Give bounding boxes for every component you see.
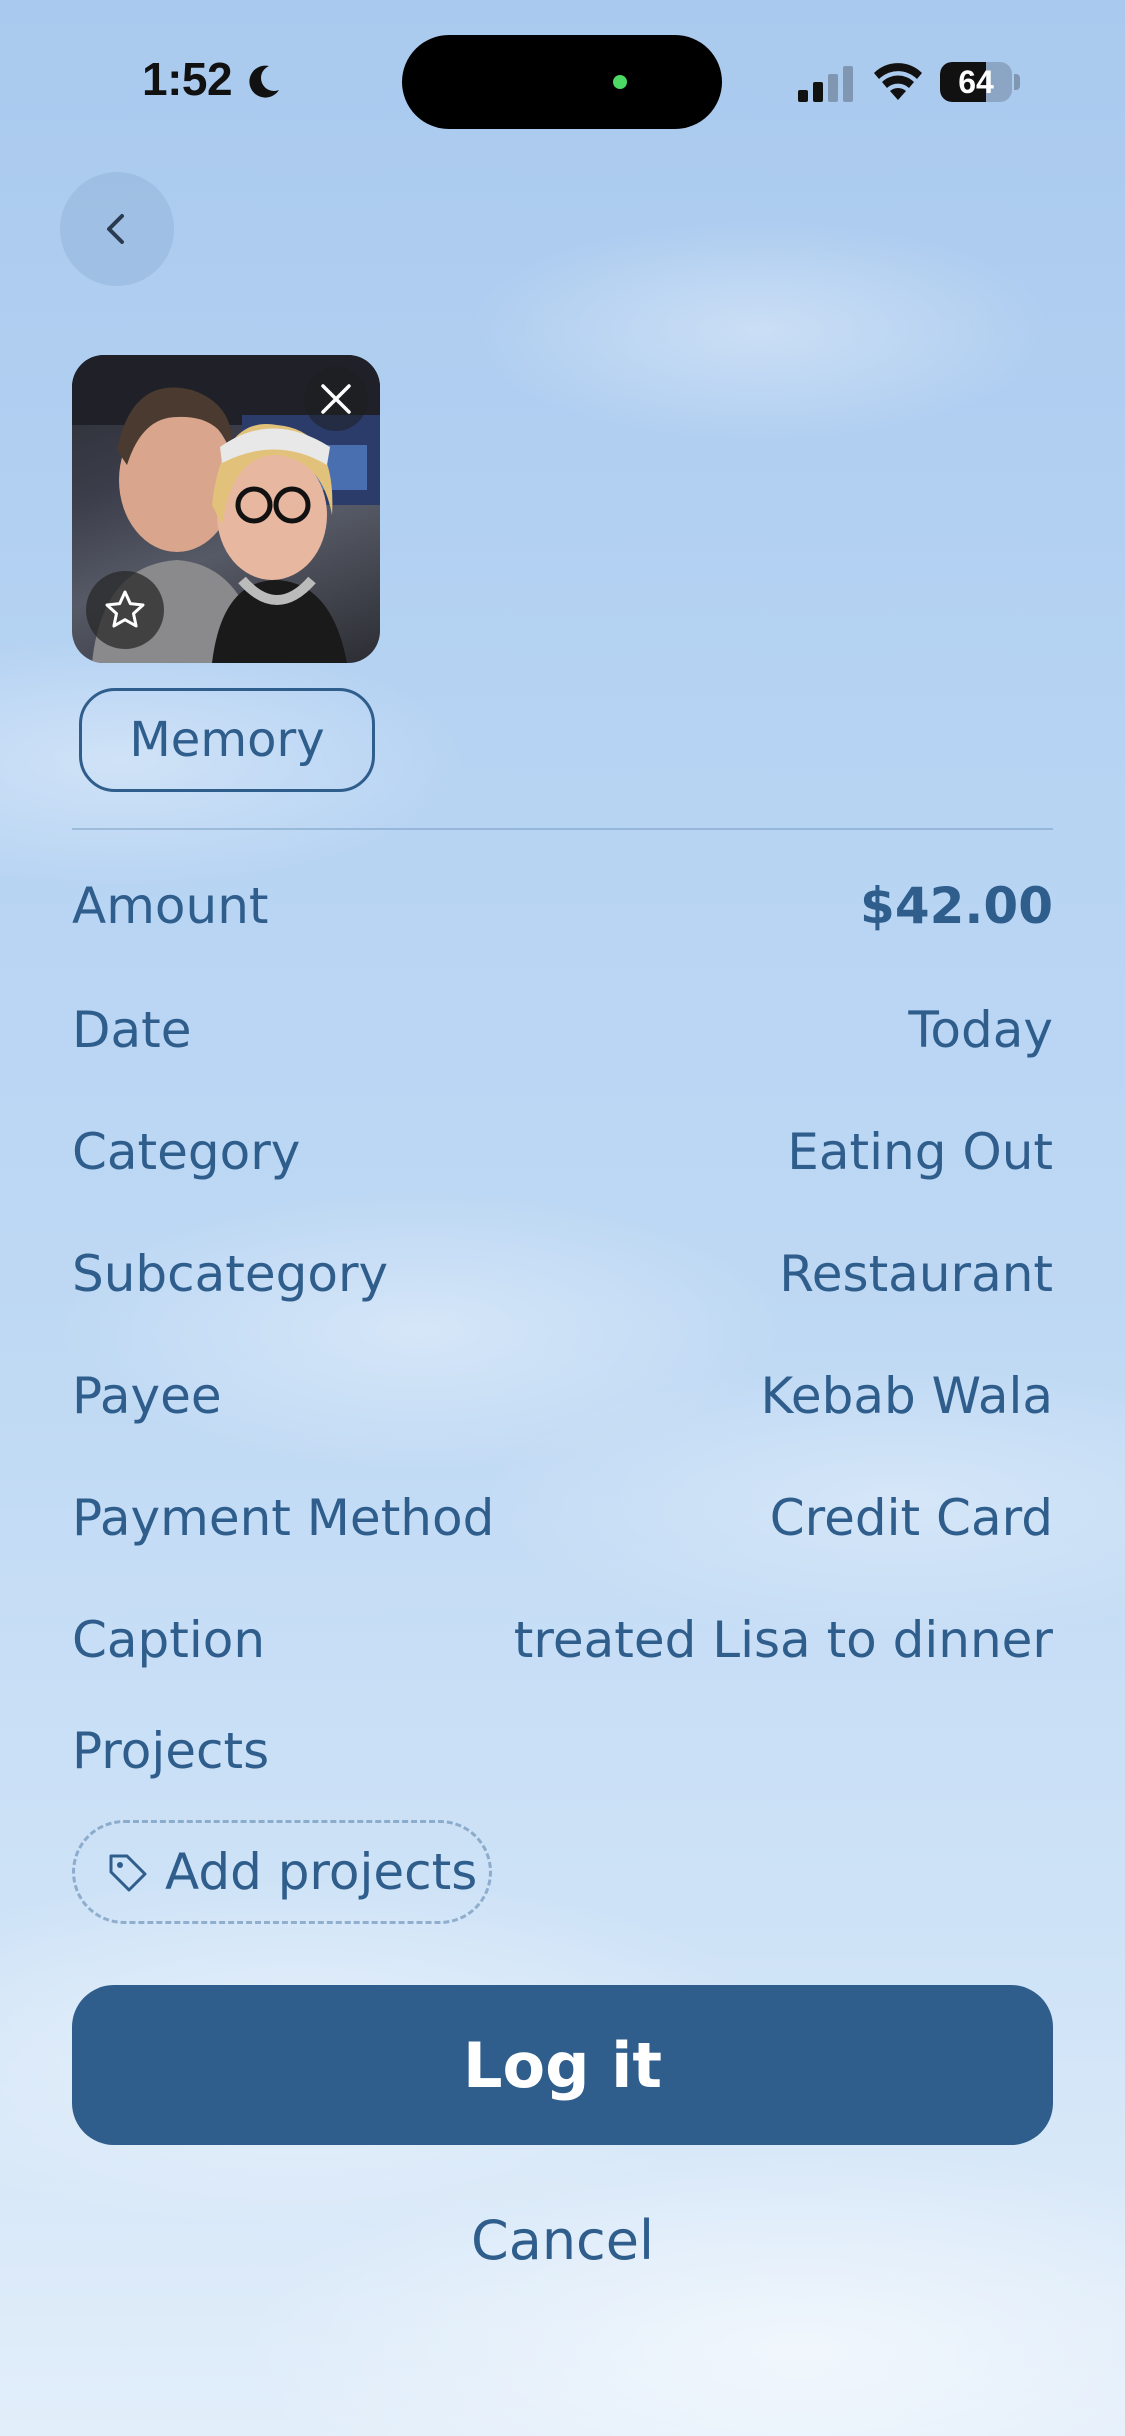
camera-indicator-dot (613, 75, 627, 89)
add-projects-button[interactable]: Add projects (72, 1820, 492, 1924)
add-projects-label: Add projects (165, 1843, 478, 1901)
divider (72, 828, 1053, 830)
caption-label: Caption (72, 1611, 266, 1669)
remove-photo-button[interactable] (304, 367, 368, 431)
detail-row-date[interactable]: Date Today (72, 990, 1053, 1070)
battery-level: 64 (958, 64, 994, 100)
star-icon (105, 590, 145, 628)
date-value: Today (908, 1001, 1053, 1059)
detail-row-category[interactable]: Category Eating Out (72, 1112, 1053, 1192)
log-it-button[interactable]: Log it (72, 1985, 1053, 2145)
category-value: Eating Out (787, 1123, 1053, 1181)
moon-icon (249, 65, 279, 98)
amount-value: $42.00 (860, 877, 1053, 935)
caption-value: treated Lisa to dinner (513, 1611, 1053, 1669)
projects-label: Projects (72, 1722, 270, 1780)
detail-row-subcategory[interactable]: Subcategory Restaurant (72, 1234, 1053, 1314)
amount-label: Amount (72, 877, 269, 935)
back-button[interactable] (60, 172, 174, 286)
close-icon (321, 384, 351, 414)
cancel-button[interactable]: Cancel (0, 2200, 1125, 2280)
favorite-photo-button[interactable] (86, 571, 164, 649)
detail-row-payee[interactable]: Payee Kebab Wala (72, 1356, 1053, 1436)
date-label: Date (72, 1001, 192, 1059)
tag-icon (109, 1854, 147, 1892)
category-label: Category (72, 1123, 301, 1181)
wifi-icon (874, 63, 922, 100)
detail-row-payment-method[interactable]: Payment Method Credit Card (72, 1478, 1053, 1558)
dynamic-island (402, 35, 722, 129)
memory-tag-button[interactable]: Memory (79, 688, 375, 792)
photo-thumbnail[interactable] (72, 355, 380, 663)
payment-method-value: Credit Card (769, 1489, 1053, 1547)
subcategory-value: Restaurant (779, 1245, 1053, 1303)
detail-row-caption[interactable]: Caption treated Lisa to dinner (72, 1600, 1053, 1680)
payee-label: Payee (72, 1367, 222, 1425)
payee-value: Kebab Wala (760, 1367, 1053, 1425)
cellular-signal-icon (798, 66, 853, 102)
battery-icon: 64 (940, 62, 1012, 102)
chevron-left-icon (107, 214, 124, 244)
status-time: 1:52 (142, 53, 233, 105)
battery-tip (1014, 74, 1020, 90)
subcategory-label: Subcategory (72, 1245, 389, 1303)
payment-method-label: Payment Method (72, 1489, 495, 1547)
detail-row-amount[interactable]: Amount $42.00 (72, 866, 1053, 946)
